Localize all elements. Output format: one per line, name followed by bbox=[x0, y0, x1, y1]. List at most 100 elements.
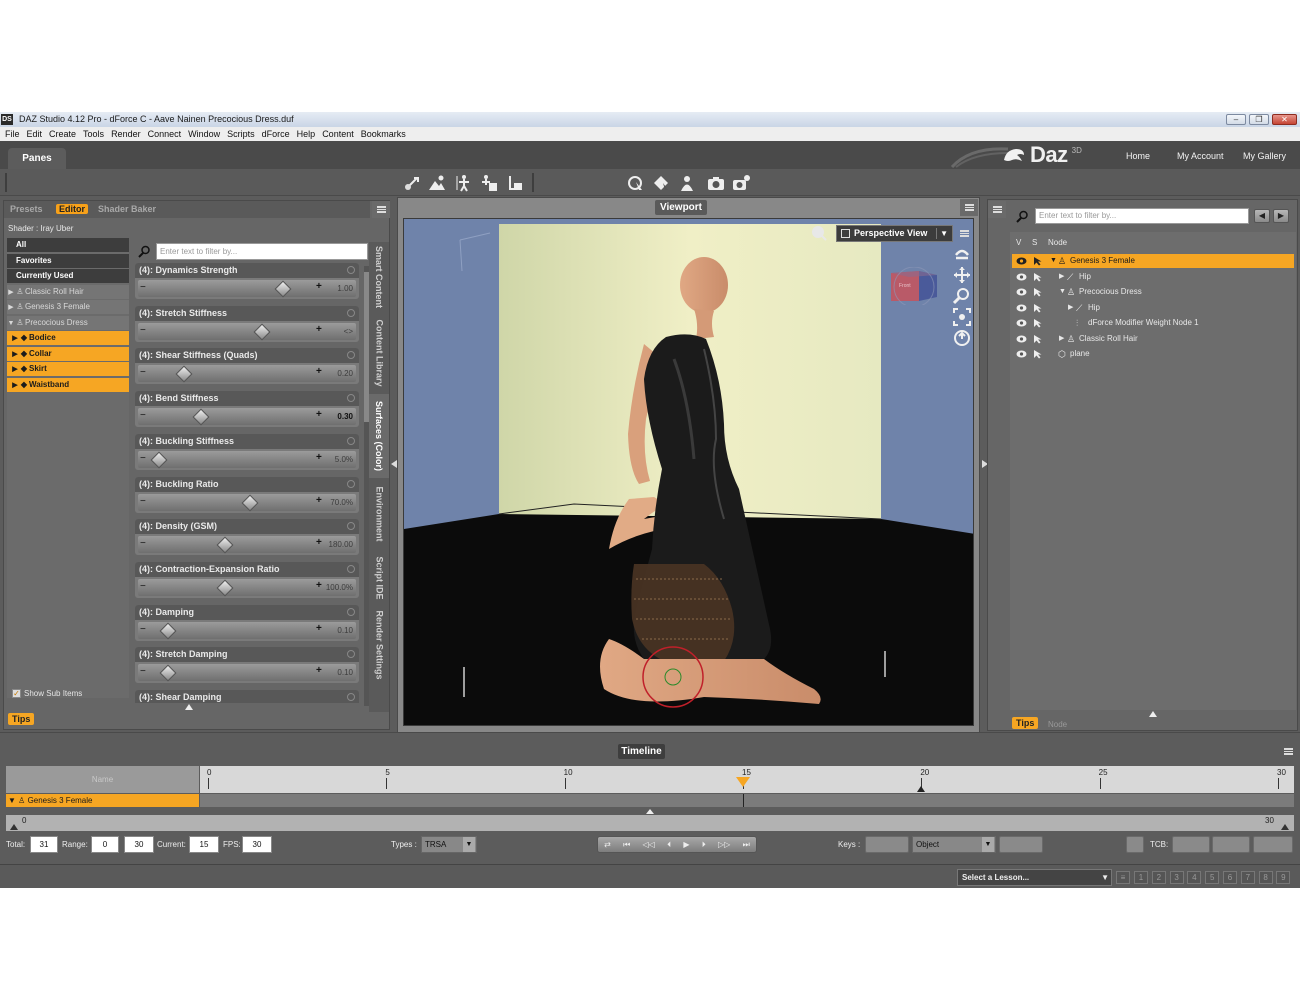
play-icon[interactable]: ▶ bbox=[683, 840, 689, 849]
range-end-marker-icon[interactable] bbox=[1281, 824, 1289, 830]
property-value[interactable]: 0.10 bbox=[337, 626, 353, 635]
property-value[interactable]: 5.0% bbox=[335, 455, 353, 464]
pane-options-menu-icon[interactable] bbox=[372, 201, 390, 218]
menu-file[interactable]: File bbox=[5, 127, 20, 141]
visibility-eye-icon[interactable] bbox=[1016, 349, 1027, 359]
decrement-icon[interactable]: − bbox=[140, 367, 146, 378]
vtab-script-ide[interactable]: Script IDE bbox=[369, 550, 389, 606]
menu-connect[interactable]: Connect bbox=[148, 127, 182, 141]
increment-icon[interactable]: + bbox=[316, 452, 322, 463]
go-to-end-icon[interactable]: ⏭ bbox=[743, 840, 750, 850]
lesson-page-button[interactable]: 8 bbox=[1258, 871, 1273, 884]
pan-icon[interactable] bbox=[953, 266, 971, 284]
range-to-field[interactable]: 30 bbox=[124, 836, 154, 853]
collapse-arrow-icon[interactable] bbox=[1149, 711, 1157, 717]
render-settings-icon[interactable] bbox=[731, 173, 751, 193]
increment-icon[interactable]: + bbox=[316, 409, 322, 420]
menu-bookmarks[interactable]: Bookmarks bbox=[361, 127, 406, 141]
property-gear-icon[interactable] bbox=[347, 479, 355, 488]
property-value[interactable]: <> bbox=[344, 327, 353, 336]
scene-node-row[interactable]: ▼ ♙ Precocious Dress bbox=[1012, 285, 1294, 299]
node-selection-icon[interactable] bbox=[626, 173, 646, 193]
current-frame-field[interactable]: 15 bbox=[189, 836, 219, 853]
tab-presets[interactable]: Presets bbox=[10, 204, 43, 214]
tcb-tension-field[interactable] bbox=[1172, 836, 1210, 853]
show-sub-items[interactable]: ✓ Show Sub Items bbox=[12, 689, 82, 698]
types-dropdown[interactable]: TRSA ▼ bbox=[421, 836, 477, 853]
lesson-page-button[interactable]: 2 bbox=[1151, 871, 1166, 884]
material-tree-item[interactable]: ▼ ♙Precocious Dress bbox=[7, 315, 129, 330]
slider-track[interactable] bbox=[138, 280, 356, 297]
scene-node-row[interactable]: ⬡ plane bbox=[1012, 347, 1294, 361]
lesson-page-button[interactable]: 5 bbox=[1205, 871, 1220, 884]
scene-node-row[interactable]: ⫶ dForce Modifier Weight Node 1 bbox=[1012, 316, 1294, 330]
material-tree-item[interactable]: ▶ ◆ Skirt bbox=[7, 362, 129, 376]
menu-help[interactable]: Help bbox=[297, 127, 316, 141]
lesson-page-button[interactable]: 4 bbox=[1187, 871, 1202, 884]
spot-render-icon[interactable] bbox=[677, 173, 697, 193]
selectable-cursor-icon[interactable] bbox=[1033, 287, 1043, 297]
scene-node-row[interactable]: ▶ ⟋ Hip bbox=[1012, 301, 1294, 315]
collapse-arrow-icon[interactable]: ▼ bbox=[1050, 254, 1057, 268]
timeline-options-menu-icon[interactable] bbox=[1279, 743, 1297, 760]
timeline-range-bar[interactable]: 0 30 bbox=[6, 815, 1294, 831]
expand-arrow-icon[interactable]: ▶ bbox=[11, 379, 19, 393]
visibility-eye-icon[interactable] bbox=[1016, 334, 1027, 344]
total-field[interactable]: 31 bbox=[30, 836, 58, 853]
expand-arrow-icon[interactable]: ▶ bbox=[11, 332, 19, 346]
property-gear-icon[interactable] bbox=[347, 650, 355, 659]
visibility-eye-icon[interactable] bbox=[1016, 272, 1027, 282]
lesson-page-button[interactable]: 1 bbox=[1134, 871, 1148, 884]
view-selector-dropdown[interactable]: Perspective View ▼ bbox=[836, 225, 953, 242]
orbit-icon[interactable] bbox=[953, 245, 971, 263]
close-icon[interactable]: ✕ bbox=[1272, 114, 1297, 125]
property-gear-icon[interactable] bbox=[347, 308, 355, 317]
viewport-menu-icon[interactable] bbox=[955, 225, 973, 242]
material-tree-item[interactable]: ▶ ◆ Waistband bbox=[7, 377, 129, 393]
increment-icon[interactable]: + bbox=[316, 537, 322, 548]
scene-options-menu-icon[interactable] bbox=[988, 201, 1006, 218]
slider-track[interactable] bbox=[138, 322, 356, 340]
material-tree-item[interactable]: Favorites bbox=[7, 253, 129, 268]
slider-track[interactable] bbox=[138, 365, 356, 383]
increment-icon[interactable]: + bbox=[316, 324, 322, 335]
decrement-icon[interactable]: − bbox=[140, 624, 146, 635]
tab-editor[interactable]: Editor bbox=[56, 204, 88, 214]
property-gear-icon[interactable] bbox=[347, 351, 355, 360]
property-slider[interactable]: (4): Contraction-Expansion Ratio − +100.0% bbox=[135, 561, 359, 598]
zoom-icon[interactable] bbox=[953, 287, 971, 305]
step-back-icon[interactable]: ⏴ bbox=[667, 840, 671, 850]
selectable-cursor-icon[interactable] bbox=[1033, 272, 1043, 282]
link-home[interactable]: Home bbox=[1126, 151, 1150, 161]
expand-arrow-icon[interactable]: ▶ bbox=[1068, 301, 1073, 315]
frame-icon[interactable] bbox=[953, 308, 971, 326]
property-value[interactable]: 100.0% bbox=[326, 583, 353, 592]
increment-icon[interactable]: + bbox=[316, 665, 322, 676]
view-cube[interactable]: Front bbox=[889, 267, 939, 305]
decrement-icon[interactable]: − bbox=[140, 282, 146, 293]
slider-track[interactable] bbox=[138, 408, 356, 426]
range-from-field[interactable]: 0 bbox=[91, 836, 119, 853]
key-nav-buttons[interactable] bbox=[999, 836, 1043, 853]
range-end-arrow-icon[interactable] bbox=[917, 786, 926, 792]
scene-filter-input[interactable]: Enter text to filter by... bbox=[1035, 208, 1249, 224]
decrement-icon[interactable]: − bbox=[140, 538, 146, 549]
material-tree-item[interactable]: ▶ ♙Classic Roll Hair bbox=[7, 284, 129, 299]
timeline-track-keys[interactable] bbox=[200, 794, 1294, 807]
decrement-icon[interactable]: − bbox=[140, 581, 146, 592]
property-slider[interactable]: (4): Buckling Ratio − +70.0% bbox=[135, 476, 359, 513]
selectable-cursor-icon[interactable] bbox=[1033, 318, 1043, 328]
collapse-arrow-icon[interactable] bbox=[185, 704, 193, 710]
decrement-icon[interactable]: − bbox=[140, 325, 146, 336]
property-gear-icon[interactable] bbox=[347, 693, 355, 701]
property-gear-icon[interactable] bbox=[347, 436, 355, 445]
vtab-smart-content[interactable]: Smart Content bbox=[369, 242, 389, 312]
lesson-page-button[interactable]: 7 bbox=[1240, 871, 1255, 884]
material-tree-item[interactable]: ▶ ♙Genesis 3 Female bbox=[7, 300, 129, 314]
collapse-arrow-icon[interactable]: ▼ bbox=[1059, 285, 1066, 299]
collapse-up-icon[interactable] bbox=[646, 809, 654, 814]
timeline-track-row[interactable]: ▼ ♙ Genesis 3 Female bbox=[6, 794, 199, 807]
lesson-list-icon[interactable]: ≡ bbox=[1116, 871, 1130, 884]
property-slider[interactable]: (4): Shear Damping−+ bbox=[135, 690, 359, 703]
surface-selection-icon[interactable] bbox=[651, 173, 671, 193]
